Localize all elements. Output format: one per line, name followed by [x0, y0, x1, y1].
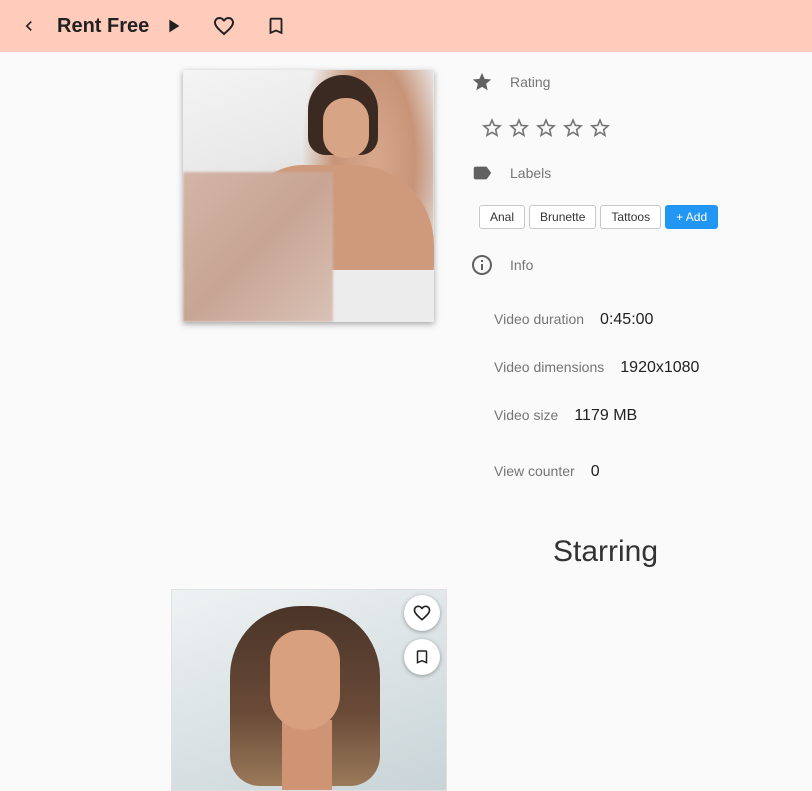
label-chips: Anal Brunette Tattoos + Add: [479, 205, 719, 229]
info-key: Video size: [494, 407, 559, 423]
info-row-duration: Video duration 0:45:00: [494, 311, 653, 329]
info-circle-icon: [470, 253, 494, 277]
info-value: 1179 MB: [574, 407, 638, 424]
chevron-left-icon: [25, 21, 32, 31]
info-value: 0: [590, 463, 600, 480]
performer-bookmark-button[interactable]: [404, 639, 440, 675]
favorite-button[interactable]: [208, 10, 240, 42]
heart-outline-icon: [413, 605, 431, 621]
censor-blur: [183, 172, 333, 322]
heart-outline-icon: [214, 17, 234, 36]
bookmark-button[interactable]: [260, 10, 292, 42]
performer-card[interactable]: [171, 589, 447, 791]
info-row-dimensions: Video dimensions 1920x1080: [494, 359, 699, 377]
label-chip[interactable]: Tattoos: [600, 205, 662, 229]
info-key: View counter: [494, 463, 575, 479]
info-label: Info: [510, 257, 534, 273]
label-chip[interactable]: Anal: [479, 205, 526, 229]
labels-label: Labels: [510, 165, 552, 181]
info-row-size: Video size 1179 MB: [494, 407, 637, 425]
star-icon: [470, 70, 494, 94]
info-row-view-counter: View counter 0: [494, 463, 600, 481]
info-value: 0:45:00: [600, 311, 654, 328]
rating-stars[interactable]: [480, 116, 612, 140]
bookmark-outline-icon: [416, 650, 428, 664]
rating-star-icon[interactable]: [480, 116, 504, 140]
thumbnail-face: [323, 98, 369, 158]
video-thumbnail[interactable]: [183, 70, 434, 322]
app-bar: Rent Free: [0, 0, 812, 52]
performer-face: [270, 630, 340, 730]
rating-label: Rating: [510, 74, 551, 90]
bookmark-outline-icon: [269, 17, 283, 35]
performer-favorite-button[interactable]: [404, 595, 440, 631]
info-value: 1920x1080: [620, 359, 700, 376]
rating-star-icon[interactable]: [561, 116, 585, 140]
back-button[interactable]: [13, 10, 45, 42]
play-button[interactable]: [157, 10, 189, 42]
performer-neck: [282, 720, 332, 790]
rating-star-icon[interactable]: [507, 116, 531, 140]
info-key: Video dimensions: [494, 359, 605, 375]
page-title: Rent Free: [57, 15, 150, 37]
add-label-button[interactable]: + Add: [665, 205, 719, 229]
label-tag-icon: [470, 161, 494, 185]
rating-star-icon[interactable]: [588, 116, 612, 140]
rating-star-icon[interactable]: [534, 116, 558, 140]
info-key: Video duration: [494, 311, 585, 327]
play-icon: [169, 19, 180, 33]
label-chip[interactable]: Brunette: [529, 205, 597, 229]
starring-heading: Starring: [553, 535, 659, 568]
